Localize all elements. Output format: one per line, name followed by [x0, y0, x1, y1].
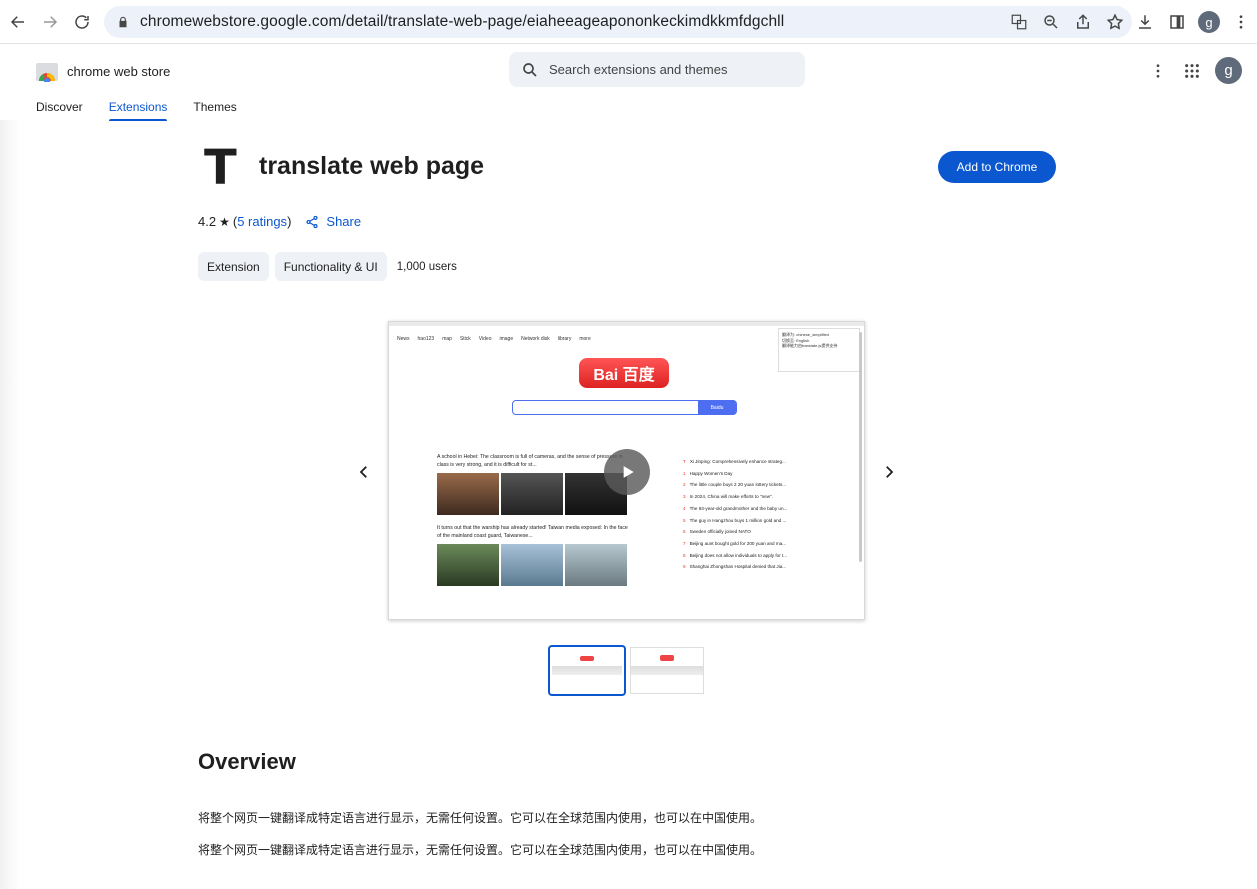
ratings-link[interactable]: 5 ratings	[237, 214, 287, 229]
left-edge-shade	[0, 120, 20, 889]
baidu-logo: Bai 百度	[579, 358, 669, 388]
preview-image	[501, 544, 563, 587]
preview-nav-item: library	[557, 336, 572, 342]
chip-extension[interactable]: Extension	[198, 252, 269, 281]
preview-headline: It turns out that the warship has alread…	[437, 525, 628, 539]
store-name: chrome web store	[67, 63, 171, 79]
overview-paragraph: 将整个网页一键翻译成特定语言进行显示，无需任何设置。它可以在全球范围内使用，也可…	[198, 811, 763, 825]
chip-functionality[interactable]: Functionality & UI	[274, 252, 387, 281]
preview-thumbs	[437, 544, 632, 587]
share-button[interactable]: Share	[305, 214, 361, 229]
search-input[interactable]	[549, 62, 779, 77]
share-icon	[306, 215, 318, 228]
preview-nav-item: more	[579, 336, 591, 342]
store-header-actions: g	[1147, 57, 1242, 84]
rating-value: 4.2	[198, 214, 217, 229]
address-bar[interactable]: chromewebstore.google.com/detail/transla…	[104, 6, 1132, 38]
store-header: chrome web store g	[0, 44, 1257, 94]
preview-topline	[389, 322, 864, 326]
preview-nav-item: News	[397, 336, 410, 342]
list-item: 7 Beijing aunt bought gold for 200 yuan a…	[683, 540, 787, 546]
list-item: 4 The 93-year-old grandmother and the bab…	[683, 505, 788, 511]
translate-icon[interactable]	[1010, 13, 1028, 31]
add-to-chrome-button[interactable]: Add to Chrome	[938, 151, 1056, 183]
store-search-bar[interactable]	[509, 52, 805, 87]
list-item: 9 Shanghai Zhongshan Hospital denied that…	[683, 564, 787, 570]
list-item: T Xi Jinping: Comprehensively enhance str…	[683, 459, 786, 464]
browser-profile[interactable]: g	[1193, 6, 1225, 38]
preview-nav: News hao123 map Stick Video image Networ…	[397, 336, 591, 342]
lock-icon	[119, 16, 127, 28]
translate-panel: 翻译为: chinese_simplified 切换至: English 翻译能…	[778, 328, 860, 372]
chevron-left-icon	[359, 466, 367, 478]
forward-icon[interactable]	[34, 6, 66, 38]
user-count: 1,000 users	[396, 260, 457, 273]
carousel-prev-button[interactable]	[352, 460, 376, 484]
preview-hot-list: T Xi Jinping: Comprehensively enhance str…	[683, 456, 813, 573]
list-item: 2 The little couple buys 2 20 yuan lotter…	[683, 482, 787, 488]
preview-headline: A school in Hebei: The classroom is full…	[437, 454, 623, 468]
list-item: 8 Beijing does not allow individuals to a…	[683, 552, 788, 558]
preview-nav-item: Network disk	[521, 336, 550, 342]
carousel-thumbnails	[548, 645, 704, 696]
preview-image	[501, 473, 563, 516]
extension-icon: T	[204, 140, 237, 196]
share-label: Share	[326, 214, 362, 229]
ratings-paren-close: )	[287, 214, 292, 229]
store-logo[interactable]: chrome web store	[35, 60, 170, 82]
thumbnail-1[interactable]	[548, 645, 626, 696]
preview-nav-item: hao123	[417, 336, 435, 342]
side-panel-icon[interactable]	[1161, 6, 1193, 38]
preview-nav-item: image	[499, 336, 514, 342]
share-page-icon[interactable]	[1074, 13, 1092, 31]
carousel-next-button[interactable]	[877, 460, 901, 484]
avatar: g	[1198, 11, 1220, 33]
chevron-right-icon	[886, 466, 894, 478]
rating-row: 4.2 ★ (5 ratings) Share	[198, 214, 361, 229]
browser-right-tools: g	[1129, 6, 1257, 38]
preview-nav-item: map	[442, 336, 452, 342]
tab-themes[interactable]: Themes	[193, 100, 236, 121]
tab-extensions[interactable]: Extensions	[108, 100, 167, 121]
browser-menu-icon[interactable]	[1225, 6, 1257, 38]
overview-paragraph: 将整个网页一键翻译成特定语言进行显示，无需任何设置。它可以在全球范围内使用，也可…	[198, 843, 763, 857]
preview-feed-left: A school in Hebei: The classroom is full…	[437, 454, 632, 587]
preview-nav-item: Stick	[459, 336, 471, 342]
play-video-button[interactable]	[604, 449, 650, 495]
list-item: 6 Sweden officially joined NATO	[683, 529, 751, 535]
zoom-icon[interactable]	[1042, 13, 1060, 31]
bookmark-star-icon[interactable]	[1106, 13, 1124, 31]
omnibox-actions	[1010, 6, 1124, 38]
url-text: chromewebstore.google.com/detail/transla…	[140, 13, 785, 30]
chrome-web-store-logo-icon	[36, 63, 58, 82]
play-icon	[623, 466, 634, 478]
preview-image	[437, 544, 499, 587]
back-icon[interactable]	[2, 6, 34, 38]
store-tabs: Discover Extensions Themes	[36, 100, 237, 121]
search-icon	[523, 62, 537, 77]
extension-title: translate web page	[259, 152, 485, 180]
list-item: 1 Happy Women's Day	[683, 470, 733, 476]
preview-thumbs	[437, 473, 632, 516]
tab-discover[interactable]: Discover	[36, 100, 83, 121]
list-item: 5 The guy in Hangzhou buys 1 million gold…	[683, 517, 787, 523]
apps-grid-icon[interactable]	[1181, 60, 1203, 82]
more-options-icon[interactable]	[1147, 60, 1169, 82]
download-icon[interactable]	[1129, 6, 1161, 38]
thumbnail-2[interactable]	[630, 647, 704, 694]
preview-search-button: Baidu	[698, 400, 736, 415]
preview-image	[437, 473, 499, 516]
reload-icon[interactable]	[66, 6, 98, 38]
preview-nav-item: Video	[478, 336, 492, 342]
account-avatar[interactable]: g	[1215, 57, 1242, 84]
preview-scrollbar	[859, 332, 862, 562]
star-icon: ★	[219, 214, 230, 229]
category-chips: Extension Functionality & UI 1,000 users	[198, 252, 457, 281]
browser-toolbar: chromewebstore.google.com/detail/transla…	[0, 0, 1257, 44]
overview-heading: Overview	[198, 749, 296, 774]
list-item: 3 In 2024, China will make efforts to "ne…	[683, 494, 773, 500]
panel-line: 翻译能力由translate.js提供支持	[782, 343, 838, 349]
preview-image	[565, 544, 627, 587]
